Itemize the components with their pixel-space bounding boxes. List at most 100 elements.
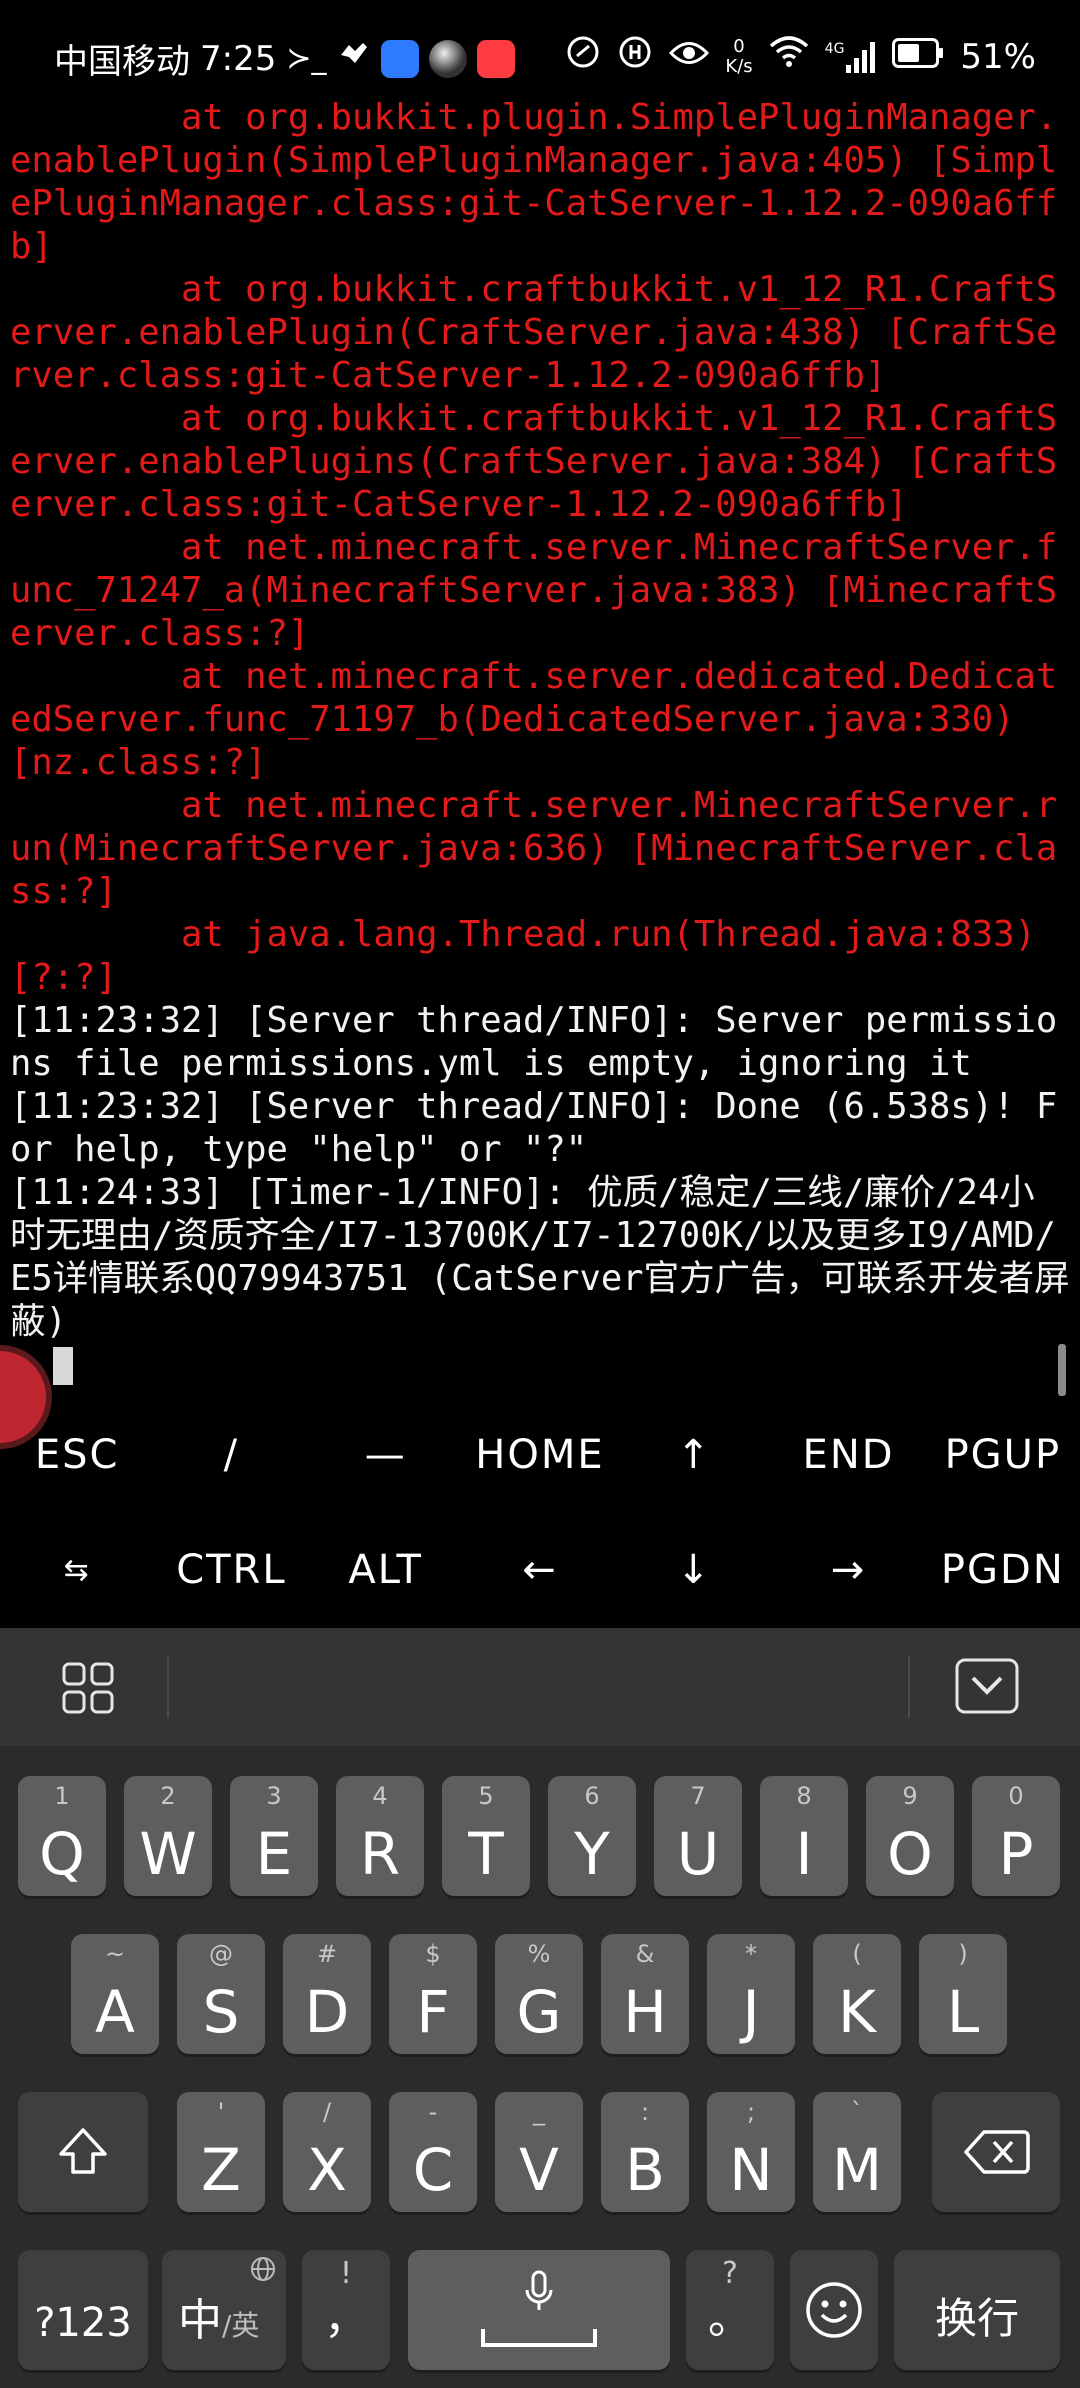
key-hint: 3 xyxy=(266,1782,282,1810)
key-f[interactable]: $ F xyxy=(389,1934,477,2054)
key-hint: ~ xyxy=(104,1940,126,1968)
key-w[interactable]: 2W xyxy=(124,1776,212,1896)
soft-keyboard: 1Q 2W 3E 4R 5T 6Y 7U 8I 9O 0P ~ A @ S # D $… xyxy=(0,1628,1080,2388)
key-z[interactable]: ' Z xyxy=(177,2092,265,2212)
language-switch-key[interactable]: 中/英 xyxy=(162,2250,286,2370)
key-label: B xyxy=(625,2136,665,2204)
key-label: X xyxy=(307,2136,347,2204)
key-hint: 6 xyxy=(584,1782,600,1810)
keyboard-toolbar xyxy=(0,1628,1080,1746)
tab-key[interactable]: ⇆ xyxy=(0,1553,154,1588)
terminal-text: at org.bukkit.plugin.SimplePluginManager… xyxy=(0,96,1080,1343)
divider xyxy=(908,1656,910,1718)
arrow-left-key[interactable]: ← xyxy=(463,1547,617,1593)
vpn-icon xyxy=(337,37,371,80)
key-j[interactable]: * J xyxy=(707,1934,795,2054)
slash-key[interactable]: / xyxy=(154,1432,308,1478)
log-line: at net.minecraft.server.MinecraftServer.… xyxy=(10,527,1058,654)
key-r[interactable]: 4R xyxy=(336,1776,424,1896)
end-key[interactable]: END xyxy=(771,1432,925,1478)
key-i[interactable]: 8I xyxy=(760,1776,848,1896)
wifi-icon xyxy=(769,36,809,77)
shift-key[interactable] xyxy=(18,2092,148,2212)
key-b[interactable]: :B xyxy=(601,2092,689,2212)
log-line: [11:23:32] [Server thread/INFO]: Done (6… xyxy=(10,1086,1058,1170)
app-notification-icon xyxy=(476,39,515,78)
backspace-key[interactable] xyxy=(932,2092,1060,2212)
space-bar-icon xyxy=(480,2326,598,2352)
key-g[interactable]: % G xyxy=(495,1934,583,2054)
key-s[interactable]: @ S xyxy=(177,1934,265,2054)
key-hint: 9 xyxy=(902,1782,918,1810)
alt-key[interactable]: ALT xyxy=(309,1547,463,1593)
home-key[interactable]: HOME xyxy=(463,1432,617,1478)
pgup-key[interactable]: PGUP xyxy=(926,1432,1080,1478)
battery-percent: 51% xyxy=(960,36,1036,77)
key-label: W xyxy=(139,1820,197,1888)
terminal-output[interactable]: at org.bukkit.plugin.SimplePluginManager… xyxy=(0,96,1080,1386)
key-hint: ) xyxy=(958,1940,968,1968)
emoji-key[interactable] xyxy=(790,2250,878,2370)
key-hint: 5 xyxy=(478,1782,494,1810)
key-t[interactable]: 5T xyxy=(442,1776,530,1896)
space-key[interactable] xyxy=(408,2250,670,2370)
key-v[interactable]: _ V xyxy=(495,2092,583,2212)
net-speed-unit: K/s xyxy=(725,55,753,77)
log-line: at net.minecraft.server.MinecraftServer.… xyxy=(10,785,1058,912)
key-label: O xyxy=(887,1820,933,1888)
log-line: at org.bukkit.craftbukkit.v1_12_R1.Craft… xyxy=(10,398,1058,525)
key-m[interactable]: ` M xyxy=(813,2092,901,2212)
key-label: C xyxy=(412,2136,454,2204)
key-p[interactable]: 0P xyxy=(972,1776,1060,1896)
log-line: at net.minecraft.server.dedicated.Dedica… xyxy=(10,656,1058,783)
period-key[interactable]: ?。 xyxy=(686,2250,774,2370)
grid-menu-icon[interactable] xyxy=(62,1662,114,1714)
status-bar: 中国移动 7:25 ≻_ 0 K/s 4G 51% xyxy=(0,0,1080,110)
key-label: N xyxy=(729,2136,773,2204)
key-hint: * xyxy=(745,1940,757,1968)
key-l[interactable]: ) L xyxy=(919,1934,1007,2054)
key-y[interactable]: 6Y xyxy=(548,1776,636,1896)
esc-key[interactable]: ESC xyxy=(0,1432,154,1478)
key-k[interactable]: (K xyxy=(813,1934,901,2054)
network-type: 4G xyxy=(824,40,845,57)
key-o[interactable]: 9O xyxy=(866,1776,954,1896)
key-hint: _ xyxy=(533,2098,545,2126)
scrollbar[interactable] xyxy=(1058,1344,1066,1396)
log-line: at java.lang.Thread.run(Thread.java:833)… xyxy=(10,914,1058,998)
key-x[interactable]: / X xyxy=(283,2092,371,2212)
comma-key[interactable]: !， xyxy=(302,2250,390,2370)
dash-key[interactable]: — xyxy=(309,1432,463,1478)
ctrl-key[interactable]: CTRL xyxy=(154,1547,308,1593)
enter-key[interactable]: 换行 xyxy=(894,2250,1060,2370)
key-label: H xyxy=(623,1978,667,2046)
shift-icon xyxy=(55,2124,111,2184)
numbers-key[interactable]: ?123 xyxy=(18,2250,148,2370)
hide-keyboard-icon[interactable] xyxy=(955,1658,1019,1714)
arrow-down-key[interactable]: ↓ xyxy=(617,1547,771,1593)
key-d[interactable]: # D xyxy=(283,1934,371,2054)
key-label: E xyxy=(255,1820,293,1888)
arrow-up-key[interactable]: ↑ xyxy=(617,1432,771,1478)
key-label: 中 xyxy=(178,2295,222,2346)
hd-icon xyxy=(617,34,653,79)
key-hint: $ xyxy=(425,1940,441,1968)
key-hint: & xyxy=(635,1940,655,1968)
key-label: L xyxy=(946,1978,980,2046)
key-h[interactable]: & H xyxy=(601,1934,689,2054)
key-hint: / xyxy=(322,2098,332,2126)
key-a[interactable]: ~ A xyxy=(71,1934,159,2054)
terminal-icon: ≻_ xyxy=(286,41,327,76)
key-u[interactable]: 7U xyxy=(654,1776,742,1896)
key-n[interactable]: ; N xyxy=(707,2092,795,2212)
key-q[interactable]: 1Q xyxy=(18,1776,106,1896)
log-line: at org.bukkit.craftbukkit.v1_12_R1.Craft… xyxy=(10,269,1058,396)
key-hint: 7 xyxy=(690,1782,706,1810)
key-e[interactable]: 3E xyxy=(230,1776,318,1896)
key-c[interactable]: -C xyxy=(389,2092,477,2212)
key-label: M xyxy=(831,2136,883,2204)
clock: 7:25 xyxy=(200,38,277,79)
arrow-right-key[interactable]: → xyxy=(771,1547,925,1593)
key-label: D xyxy=(304,1978,350,2046)
pgdn-key[interactable]: PGDN xyxy=(926,1547,1080,1593)
